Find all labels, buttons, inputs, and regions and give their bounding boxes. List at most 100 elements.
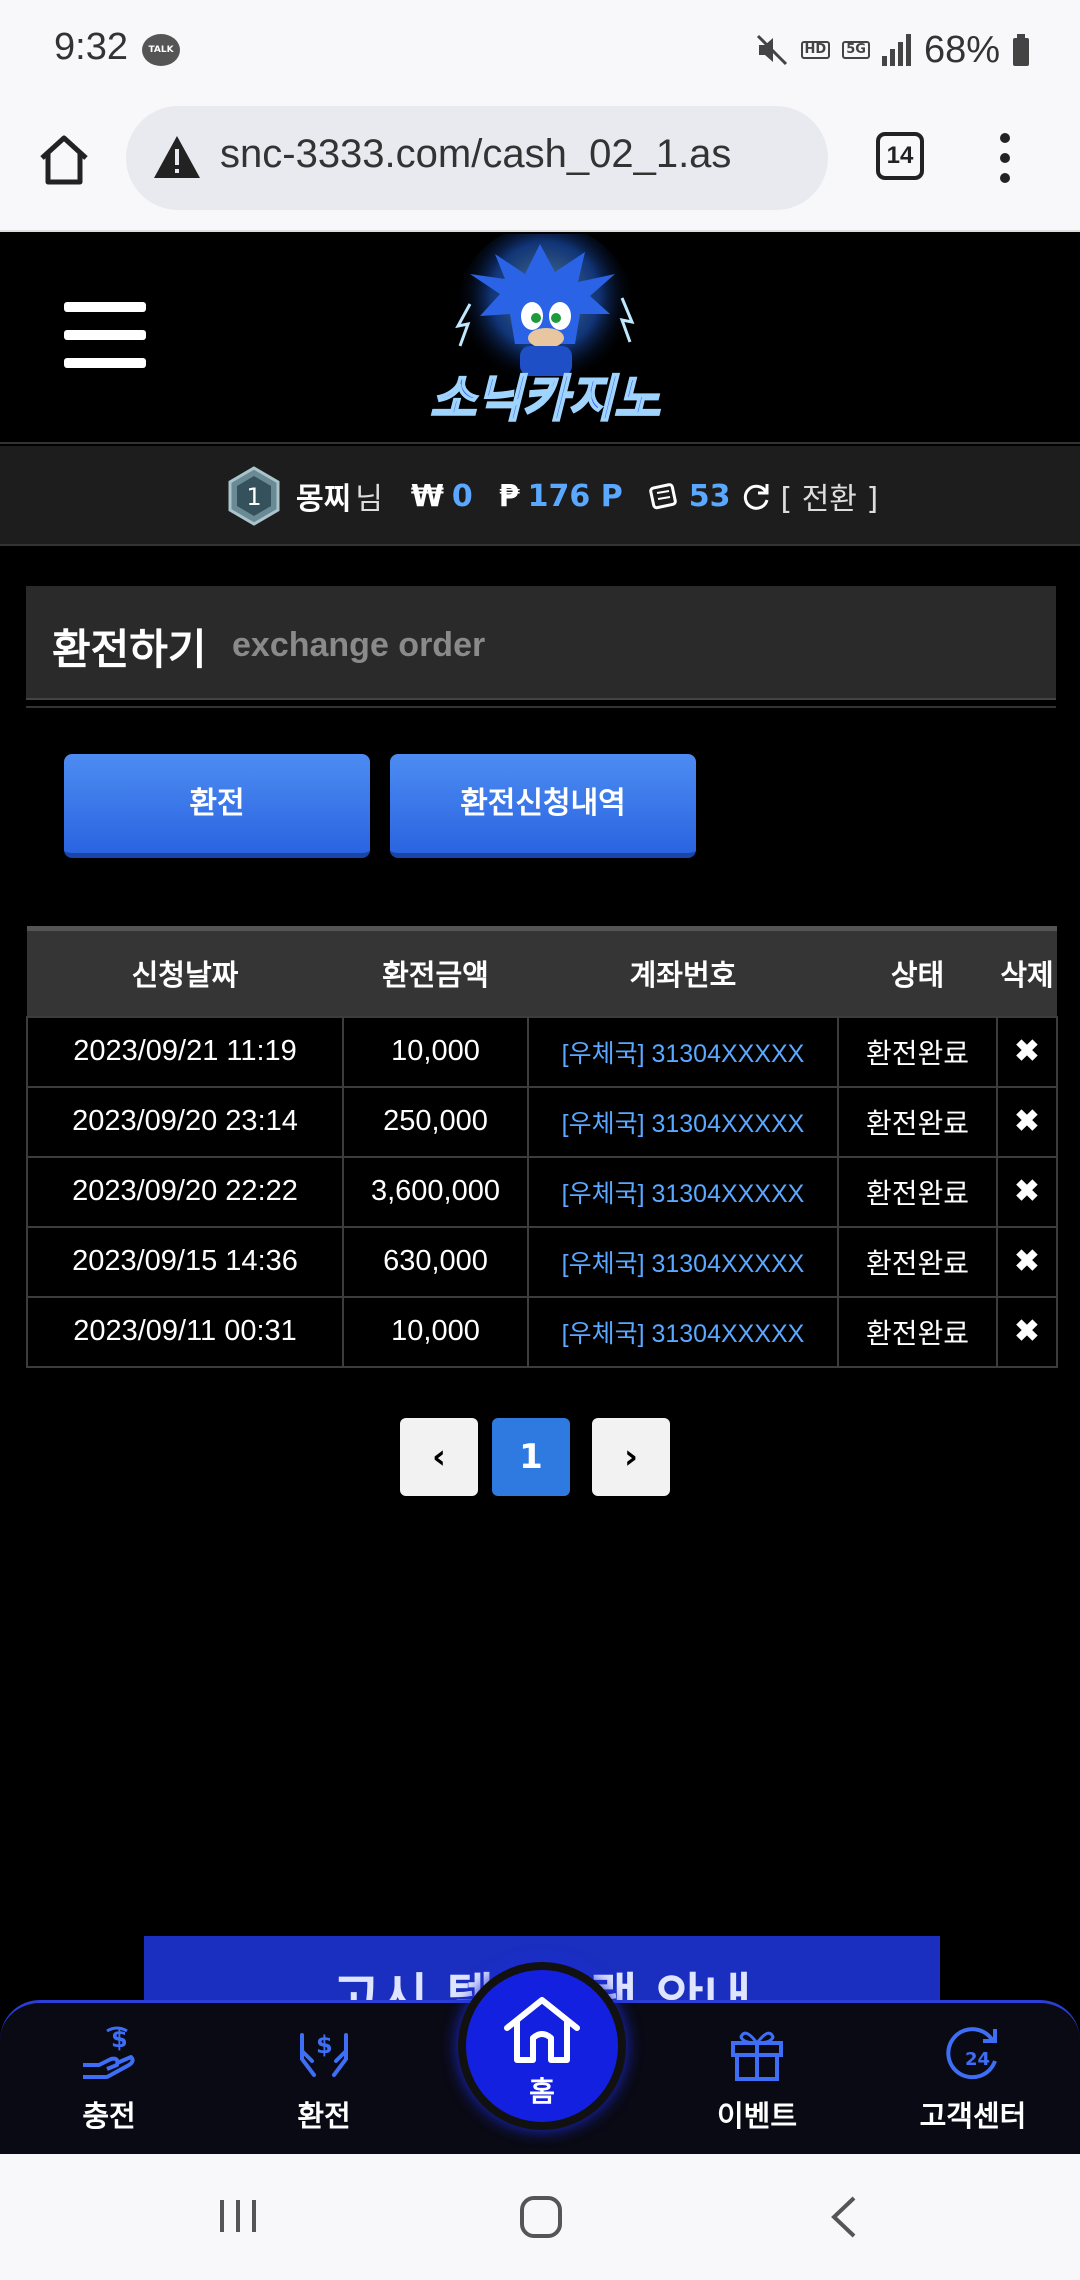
won-icon: ₩	[410, 478, 444, 514]
deposit-hand-coin-icon: $	[83, 2025, 135, 2079]
nav-event[interactable]: 이벤트	[692, 2021, 822, 2135]
row-amount: 630,000	[342, 1225, 529, 1298]
back-icon[interactable]	[826, 2194, 860, 2240]
talk-notification-icon: TALK	[142, 34, 180, 66]
row-amount: 250,000	[342, 1085, 529, 1158]
nav-support-label: 고객센터	[919, 2099, 1027, 2133]
nav-deposit-label: 충전	[82, 2099, 136, 2133]
home-nav-icon[interactable]	[518, 2194, 564, 2240]
username: 몽찌	[296, 482, 352, 517]
row-status: 환전완료	[837, 1155, 998, 1228]
exchange-hands-icon: $	[300, 2031, 348, 2077]
row-account: [우체국] 31304XXXXX	[527, 1015, 839, 1088]
table-row: 2023/09/20 23:14 250,000 [우체국] 31304XXXX…	[26, 1085, 1058, 1158]
row-amount: 10,000	[342, 1295, 529, 1368]
nav-event-label: 이벤트	[716, 2099, 798, 2133]
won-balance: 0	[451, 478, 473, 514]
row-date: 2023/09/15 14:36	[26, 1225, 344, 1298]
hd-voice-icon: HD	[800, 41, 831, 59]
delete-icon[interactable]: ✖	[996, 1225, 1058, 1298]
row-status: 환전완료	[837, 1085, 998, 1158]
nav-exchange-label: 환전	[297, 2099, 351, 2133]
exchange-history-table: 신청날짜 환전금액 계좌번호 상태 삭제 2023/09/21 11:19 10…	[26, 926, 1058, 1368]
battery-percent: 68%	[923, 28, 1000, 71]
nav-home-button[interactable]: 홈	[458, 1962, 626, 2130]
next-page-button[interactable]: ›	[592, 1418, 670, 1496]
header-amount: 환전금액	[343, 926, 528, 1017]
page-1-button[interactable]: 1	[492, 1418, 570, 1496]
tab-switcher-button[interactable]: 14	[876, 132, 924, 180]
signal-icon	[881, 34, 911, 66]
svg-text:$: $	[316, 2031, 333, 2059]
delete-icon[interactable]: ✖	[996, 1295, 1058, 1368]
username-suffix: 님	[355, 482, 383, 517]
gift-icon	[731, 2031, 783, 2081]
header-status: 상태	[838, 926, 997, 1017]
row-account: [우체국] 31304XXXXX	[527, 1085, 839, 1158]
row-amount: 10,000	[342, 1015, 529, 1088]
warning-icon[interactable]	[152, 134, 202, 180]
status-bar: 9:32 TALK HD 5G 68%	[0, 0, 1080, 100]
table-row: 2023/09/21 11:19 10,000 [우체국] 31304XXXXX…	[26, 1015, 1058, 1088]
address-bar[interactable]: snc-3333.com/cash_02_1.as	[126, 106, 828, 210]
exchange-history-button[interactable]: 환전신청내역	[390, 754, 696, 858]
table-row: 2023/09/15 14:36 630,000 [우체국] 31304XXXX…	[26, 1225, 1058, 1298]
page-title: 환전하기	[52, 625, 207, 674]
row-date: 2023/09/20 22:22	[26, 1155, 344, 1228]
row-status: 환전완료	[837, 1225, 998, 1298]
row-date: 2023/09/11 00:31	[26, 1295, 344, 1368]
site-header: 소닉카지노	[0, 234, 1080, 444]
row-account: [우체국] 31304XXXXX	[527, 1225, 839, 1298]
table-header-row: 신청날짜 환전금액 계좌번호 상태 삭제	[27, 926, 1057, 1017]
status-time: 9:32	[54, 26, 128, 68]
level-badge-icon: 1	[228, 466, 280, 526]
refresh-icon[interactable]	[740, 480, 772, 512]
header-date: 신청날짜	[27, 926, 343, 1017]
network-5g-icon: 5G	[842, 41, 870, 59]
row-account: [우체국] 31304XXXXX	[527, 1295, 839, 1368]
row-date: 2023/09/20 23:14	[26, 1085, 344, 1158]
row-status: 환전완료	[837, 1295, 998, 1368]
exchange-button[interactable]: 환전	[64, 754, 370, 858]
switch-link[interactable]: [ 전환 ]	[780, 474, 878, 518]
browser-toolbar: snc-3333.com/cash_02_1.as 14	[0, 100, 1080, 232]
point-balance: 176 P	[527, 478, 623, 514]
prev-page-button[interactable]: ‹	[400, 1418, 478, 1496]
delete-icon[interactable]: ✖	[996, 1015, 1058, 1088]
header-delete: 삭제	[997, 926, 1057, 1017]
mute-icon	[756, 34, 787, 66]
row-amount: 3,600,000	[342, 1155, 529, 1228]
nav-deposit[interactable]: $ 충전	[44, 2021, 174, 2135]
logo-text: 소닉카지노	[430, 370, 660, 428]
delete-icon[interactable]: ✖	[996, 1155, 1058, 1228]
user-info-bar: 1 몽찌 님 ₩ 0 ₱ 176 P 53 [ 전환 ]	[0, 446, 1080, 546]
table-row: 2023/09/11 00:31 10,000 [우체국] 31304XXXXX…	[26, 1295, 1058, 1368]
row-status: 환전완료	[837, 1015, 998, 1088]
android-nav-bar	[0, 2154, 1080, 2280]
row-account: [우체국] 31304XXXXX	[527, 1155, 839, 1228]
delete-icon[interactable]: ✖	[996, 1085, 1058, 1158]
url-text[interactable]: snc-3333.com/cash_02_1.as	[220, 132, 820, 177]
nav-exchange[interactable]: $ 환전	[259, 2021, 389, 2135]
battery-icon	[1013, 34, 1029, 66]
hamburger-menu-icon[interactable]	[64, 302, 148, 372]
sonic-casino-logo[interactable]: 소닉카지노	[400, 234, 690, 440]
page-title-box: 환전하기 exchange order	[26, 586, 1056, 700]
svg-text:24: 24	[965, 2049, 990, 2070]
home-icon	[504, 1997, 580, 2063]
page-subtitle: exchange order	[232, 626, 486, 664]
support-24h-icon: 24	[946, 2027, 997, 2080]
svg-text:1: 1	[246, 483, 261, 511]
table-row: 2023/09/20 22:22 3,600,000 [우체국] 31304XX…	[26, 1155, 1058, 1228]
recent-apps-icon[interactable]	[216, 2194, 260, 2238]
point-icon: ₱	[498, 478, 520, 514]
divider	[26, 706, 1056, 708]
chip-icon	[648, 483, 677, 510]
nav-support[interactable]: 24 고객센터	[908, 2021, 1038, 2135]
header-account: 계좌번호	[528, 926, 838, 1017]
more-menu-icon[interactable]	[995, 130, 1015, 186]
row-date: 2023/09/21 11:19	[26, 1015, 344, 1088]
chip-balance: 53	[688, 478, 731, 514]
nav-home-label: 홈	[529, 2075, 555, 2108]
browser-home-icon[interactable]	[34, 130, 94, 190]
